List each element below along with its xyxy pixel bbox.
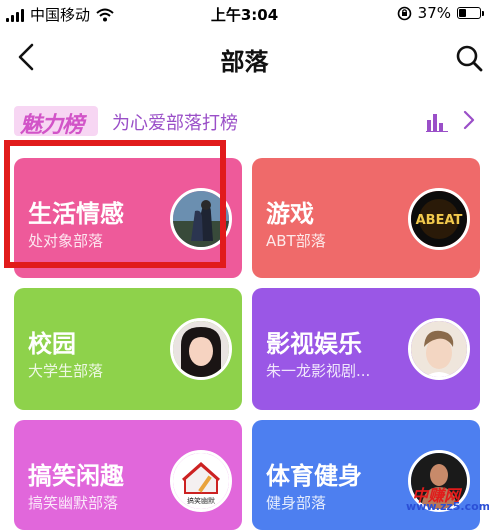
card-subtitle: 朱一龙影视剧...	[266, 362, 371, 380]
charm-rank-logo: 魅力榜	[14, 104, 102, 138]
chevron-right-icon[interactable]	[463, 110, 475, 130]
page-title: 部落	[220, 48, 269, 76]
avatar	[408, 318, 470, 380]
avatar: ABEAT	[408, 188, 470, 250]
tribe-card-game[interactable]: 游戏 ABT部落 ABEAT	[252, 158, 480, 278]
search-icon[interactable]	[455, 44, 483, 72]
charm-rank-logo-text: 魅力榜	[20, 113, 84, 138]
charm-rank-banner[interactable]: 魅力榜 为心爱部落打榜	[0, 100, 489, 140]
tribe-card-campus[interactable]: 校园 大学生部落	[14, 288, 242, 410]
card-title: 游戏	[266, 200, 314, 228]
avatar	[170, 188, 232, 250]
status-bar: 中国移动 上午3:04 37%	[0, 0, 489, 28]
bar-chart-icon[interactable]	[426, 112, 448, 132]
card-title: 影视娱乐	[266, 330, 362, 358]
card-title: 体育健身	[266, 462, 362, 490]
status-right: 37%	[397, 4, 484, 22]
card-subtitle: 处对象部落	[28, 232, 104, 250]
avatar-label: ABEAT	[416, 213, 463, 228]
card-subtitle: 大学生部落	[28, 362, 104, 380]
tribe-card-funny[interactable]: 搞笑闲趣 搞笑幽默部落 搞笑幽默	[14, 420, 242, 530]
avatar-label: 搞笑幽默	[187, 496, 215, 505]
orientation-lock-icon	[397, 6, 411, 20]
card-subtitle: ABT部落	[266, 232, 326, 250]
tribe-card-film-entertainment[interactable]: 影视娱乐 朱一龙影视剧...	[252, 288, 480, 410]
avatar	[170, 318, 232, 380]
tribe-card-life-emotion[interactable]: 生活情感 处对象部落	[14, 158, 242, 278]
card-title: 生活情感	[28, 200, 124, 228]
battery-percent: 37%	[417, 4, 451, 22]
nav-bar: 部落	[0, 28, 489, 88]
card-subtitle: 搞笑幽默部落	[28, 494, 119, 512]
tribe-card-sports-fitness[interactable]: 体育健身 健身部落	[252, 420, 480, 530]
charm-rank-slogan: 为心爱部落打榜	[112, 113, 238, 134]
avatar: 搞笑幽默	[170, 450, 232, 512]
card-title: 校园	[28, 330, 76, 358]
battery-icon	[457, 7, 484, 19]
card-subtitle: 健身部落	[266, 494, 327, 512]
watermark-url: www.zz5.com	[406, 500, 489, 513]
card-title: 搞笑闲趣	[28, 462, 124, 490]
